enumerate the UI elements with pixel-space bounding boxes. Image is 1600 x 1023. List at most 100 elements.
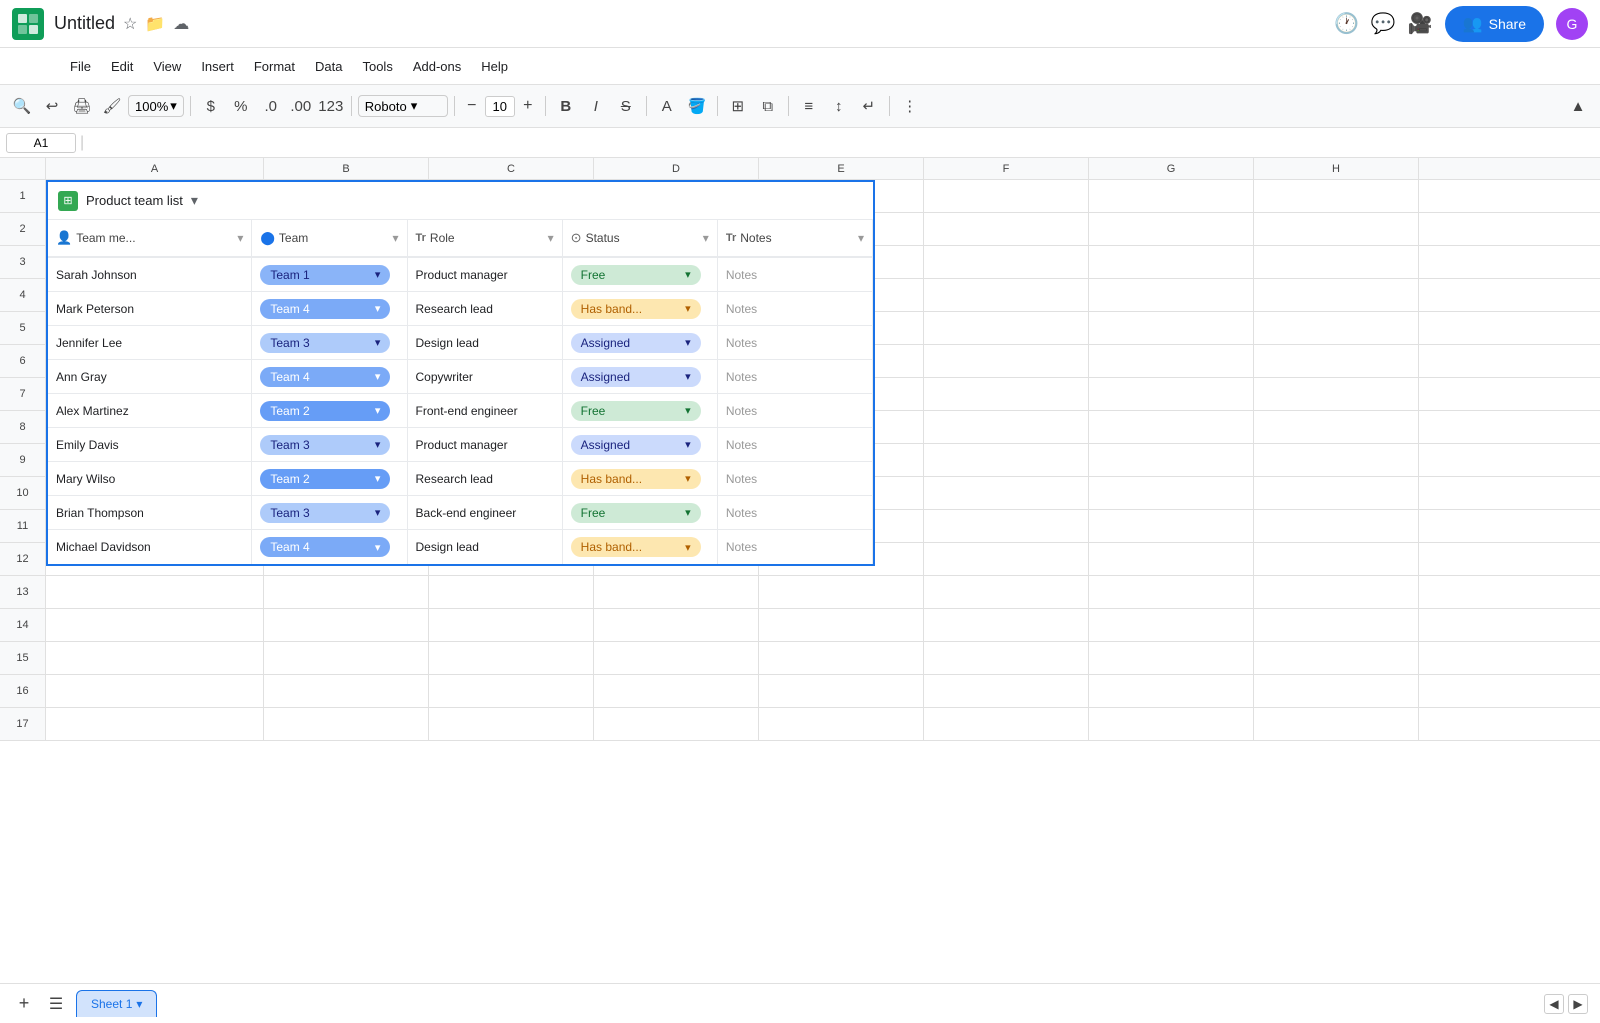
cell-status[interactable]: Free ▾: [563, 258, 718, 291]
cell-member[interactable]: Sarah Johnson: [48, 258, 252, 291]
add-sheet-button[interactable]: +: [12, 992, 36, 1016]
menu-edit[interactable]: Edit: [101, 55, 143, 78]
number-format-button[interactable]: 123: [317, 92, 345, 120]
folder-icon[interactable]: 📁: [145, 14, 165, 34]
row-number[interactable]: 16: [0, 675, 46, 707]
team-badge[interactable]: Team 1 ▾: [260, 265, 390, 285]
cell-member[interactable]: Mark Peterson: [48, 292, 252, 325]
grid-cell[interactable]: [1254, 180, 1419, 212]
grid-cell[interactable]: [1254, 543, 1419, 575]
col-header-f[interactable]: F: [924, 158, 1089, 179]
more-button[interactable]: ⋮: [896, 92, 924, 120]
valign-button[interactable]: ↕: [825, 92, 853, 120]
bold-button[interactable]: B: [552, 92, 580, 120]
row-number[interactable]: 15: [0, 642, 46, 674]
status-badge[interactable]: Free ▾: [571, 265, 701, 285]
grid-cell[interactable]: [1254, 708, 1419, 740]
cell-team[interactable]: Team 3 ▾: [252, 428, 407, 461]
cell-status[interactable]: Has band... ▾: [563, 530, 718, 564]
grid-cell[interactable]: [429, 609, 594, 641]
cell-member[interactable]: Ann Gray: [48, 360, 252, 393]
font-size-input[interactable]: [485, 96, 515, 117]
row-number[interactable]: 2: [0, 213, 46, 245]
grid-cell[interactable]: [1089, 510, 1254, 542]
grid-cell[interactable]: [429, 576, 594, 608]
status-badge[interactable]: Has band... ▾: [571, 299, 701, 319]
cell-notes[interactable]: Notes: [718, 326, 873, 359]
scroll-right-button[interactable]: ▶: [1568, 994, 1588, 1014]
comment-icon[interactable]: 💬: [1371, 11, 1396, 36]
cell-team[interactable]: Team 3 ▾: [252, 326, 407, 359]
grid-cell[interactable]: [924, 675, 1089, 707]
grid-cell[interactable]: [429, 708, 594, 740]
grid-cell[interactable]: [924, 246, 1089, 278]
cell-team[interactable]: Team 2 ▾: [252, 394, 407, 427]
status-badge[interactable]: Assigned ▾: [571, 435, 701, 455]
cell-status[interactable]: Assigned ▾: [563, 360, 718, 393]
grid-cell[interactable]: [924, 312, 1089, 344]
font-size-increase[interactable]: +: [517, 95, 539, 117]
grid-cell[interactable]: [924, 609, 1089, 641]
row-number[interactable]: 9: [0, 444, 46, 476]
avatar[interactable]: G: [1556, 8, 1588, 40]
menu-file[interactable]: File: [60, 55, 101, 78]
status-badge[interactable]: Has band... ▾: [571, 469, 701, 489]
decimal-inc-button[interactable]: .00: [287, 92, 315, 120]
menu-data[interactable]: Data: [305, 55, 352, 78]
wrap-button[interactable]: ↵: [855, 92, 883, 120]
grid-cell[interactable]: [1089, 246, 1254, 278]
grid-cell[interactable]: [759, 576, 924, 608]
row-number[interactable]: 13: [0, 576, 46, 608]
grid-cell[interactable]: [1089, 312, 1254, 344]
cell-team[interactable]: Team 2 ▾: [252, 462, 407, 495]
grid-cell[interactable]: [594, 642, 759, 674]
formula-input[interactable]: [88, 135, 1594, 150]
sheets-menu-button[interactable]: ☰: [44, 992, 68, 1016]
grid-cell[interactable]: [1254, 510, 1419, 542]
row-number[interactable]: 11: [0, 510, 46, 542]
cell-member[interactable]: Emily Davis: [48, 428, 252, 461]
team-badge[interactable]: Team 3 ▾: [260, 435, 390, 455]
team-badge[interactable]: Team 2 ▾: [260, 401, 390, 421]
grid-cell[interactable]: [924, 279, 1089, 311]
grid-cell[interactable]: [46, 708, 264, 740]
grid-cell[interactable]: [46, 609, 264, 641]
print-button[interactable]: 🖨: [68, 92, 96, 120]
font-size-decrease[interactable]: −: [461, 95, 483, 117]
grid-cell[interactable]: [924, 444, 1089, 476]
row-number[interactable]: 14: [0, 609, 46, 641]
grid-cell[interactable]: [1254, 576, 1419, 608]
grid-cell[interactable]: [46, 675, 264, 707]
grid-cell[interactable]: [1254, 642, 1419, 674]
align-button[interactable]: ≡: [795, 92, 823, 120]
cell-notes[interactable]: Notes: [718, 394, 873, 427]
grid-cell[interactable]: [1254, 345, 1419, 377]
menu-tools[interactable]: Tools: [352, 55, 402, 78]
row-number[interactable]: 3: [0, 246, 46, 278]
grid-cell[interactable]: [594, 609, 759, 641]
grid-cell[interactable]: [924, 378, 1089, 410]
status-badge[interactable]: Assigned ▾: [571, 367, 701, 387]
percent-button[interactable]: %: [227, 92, 255, 120]
grid-cell[interactable]: [1254, 609, 1419, 641]
th-status[interactable]: ⊙ Status ▾: [563, 220, 718, 256]
grid-cell[interactable]: [1254, 411, 1419, 443]
grid-cell[interactable]: [1089, 345, 1254, 377]
grid-cell[interactable]: [1089, 642, 1254, 674]
cell-reference-box[interactable]: [6, 133, 76, 153]
grid-cell[interactable]: [1089, 576, 1254, 608]
cell-member[interactable]: Brian Thompson: [48, 496, 252, 529]
grid-cell[interactable]: [264, 576, 429, 608]
row-number[interactable]: 5: [0, 312, 46, 344]
grid-cell[interactable]: [1089, 378, 1254, 410]
team-badge[interactable]: Team 4 ▾: [260, 367, 390, 387]
th-team[interactable]: ⬤ Team ▾: [252, 220, 407, 256]
grid-cell[interactable]: [759, 642, 924, 674]
cell-status[interactable]: Has band... ▾: [563, 292, 718, 325]
grid-cell[interactable]: [759, 609, 924, 641]
th-notes[interactable]: Tr Notes ▾: [718, 220, 873, 256]
cloud-icon[interactable]: ☁: [173, 14, 189, 34]
zoom-select[interactable]: 100% ▾: [128, 95, 184, 117]
col-header-c[interactable]: C: [429, 158, 594, 179]
team-badge[interactable]: Team 3 ▾: [260, 503, 390, 523]
